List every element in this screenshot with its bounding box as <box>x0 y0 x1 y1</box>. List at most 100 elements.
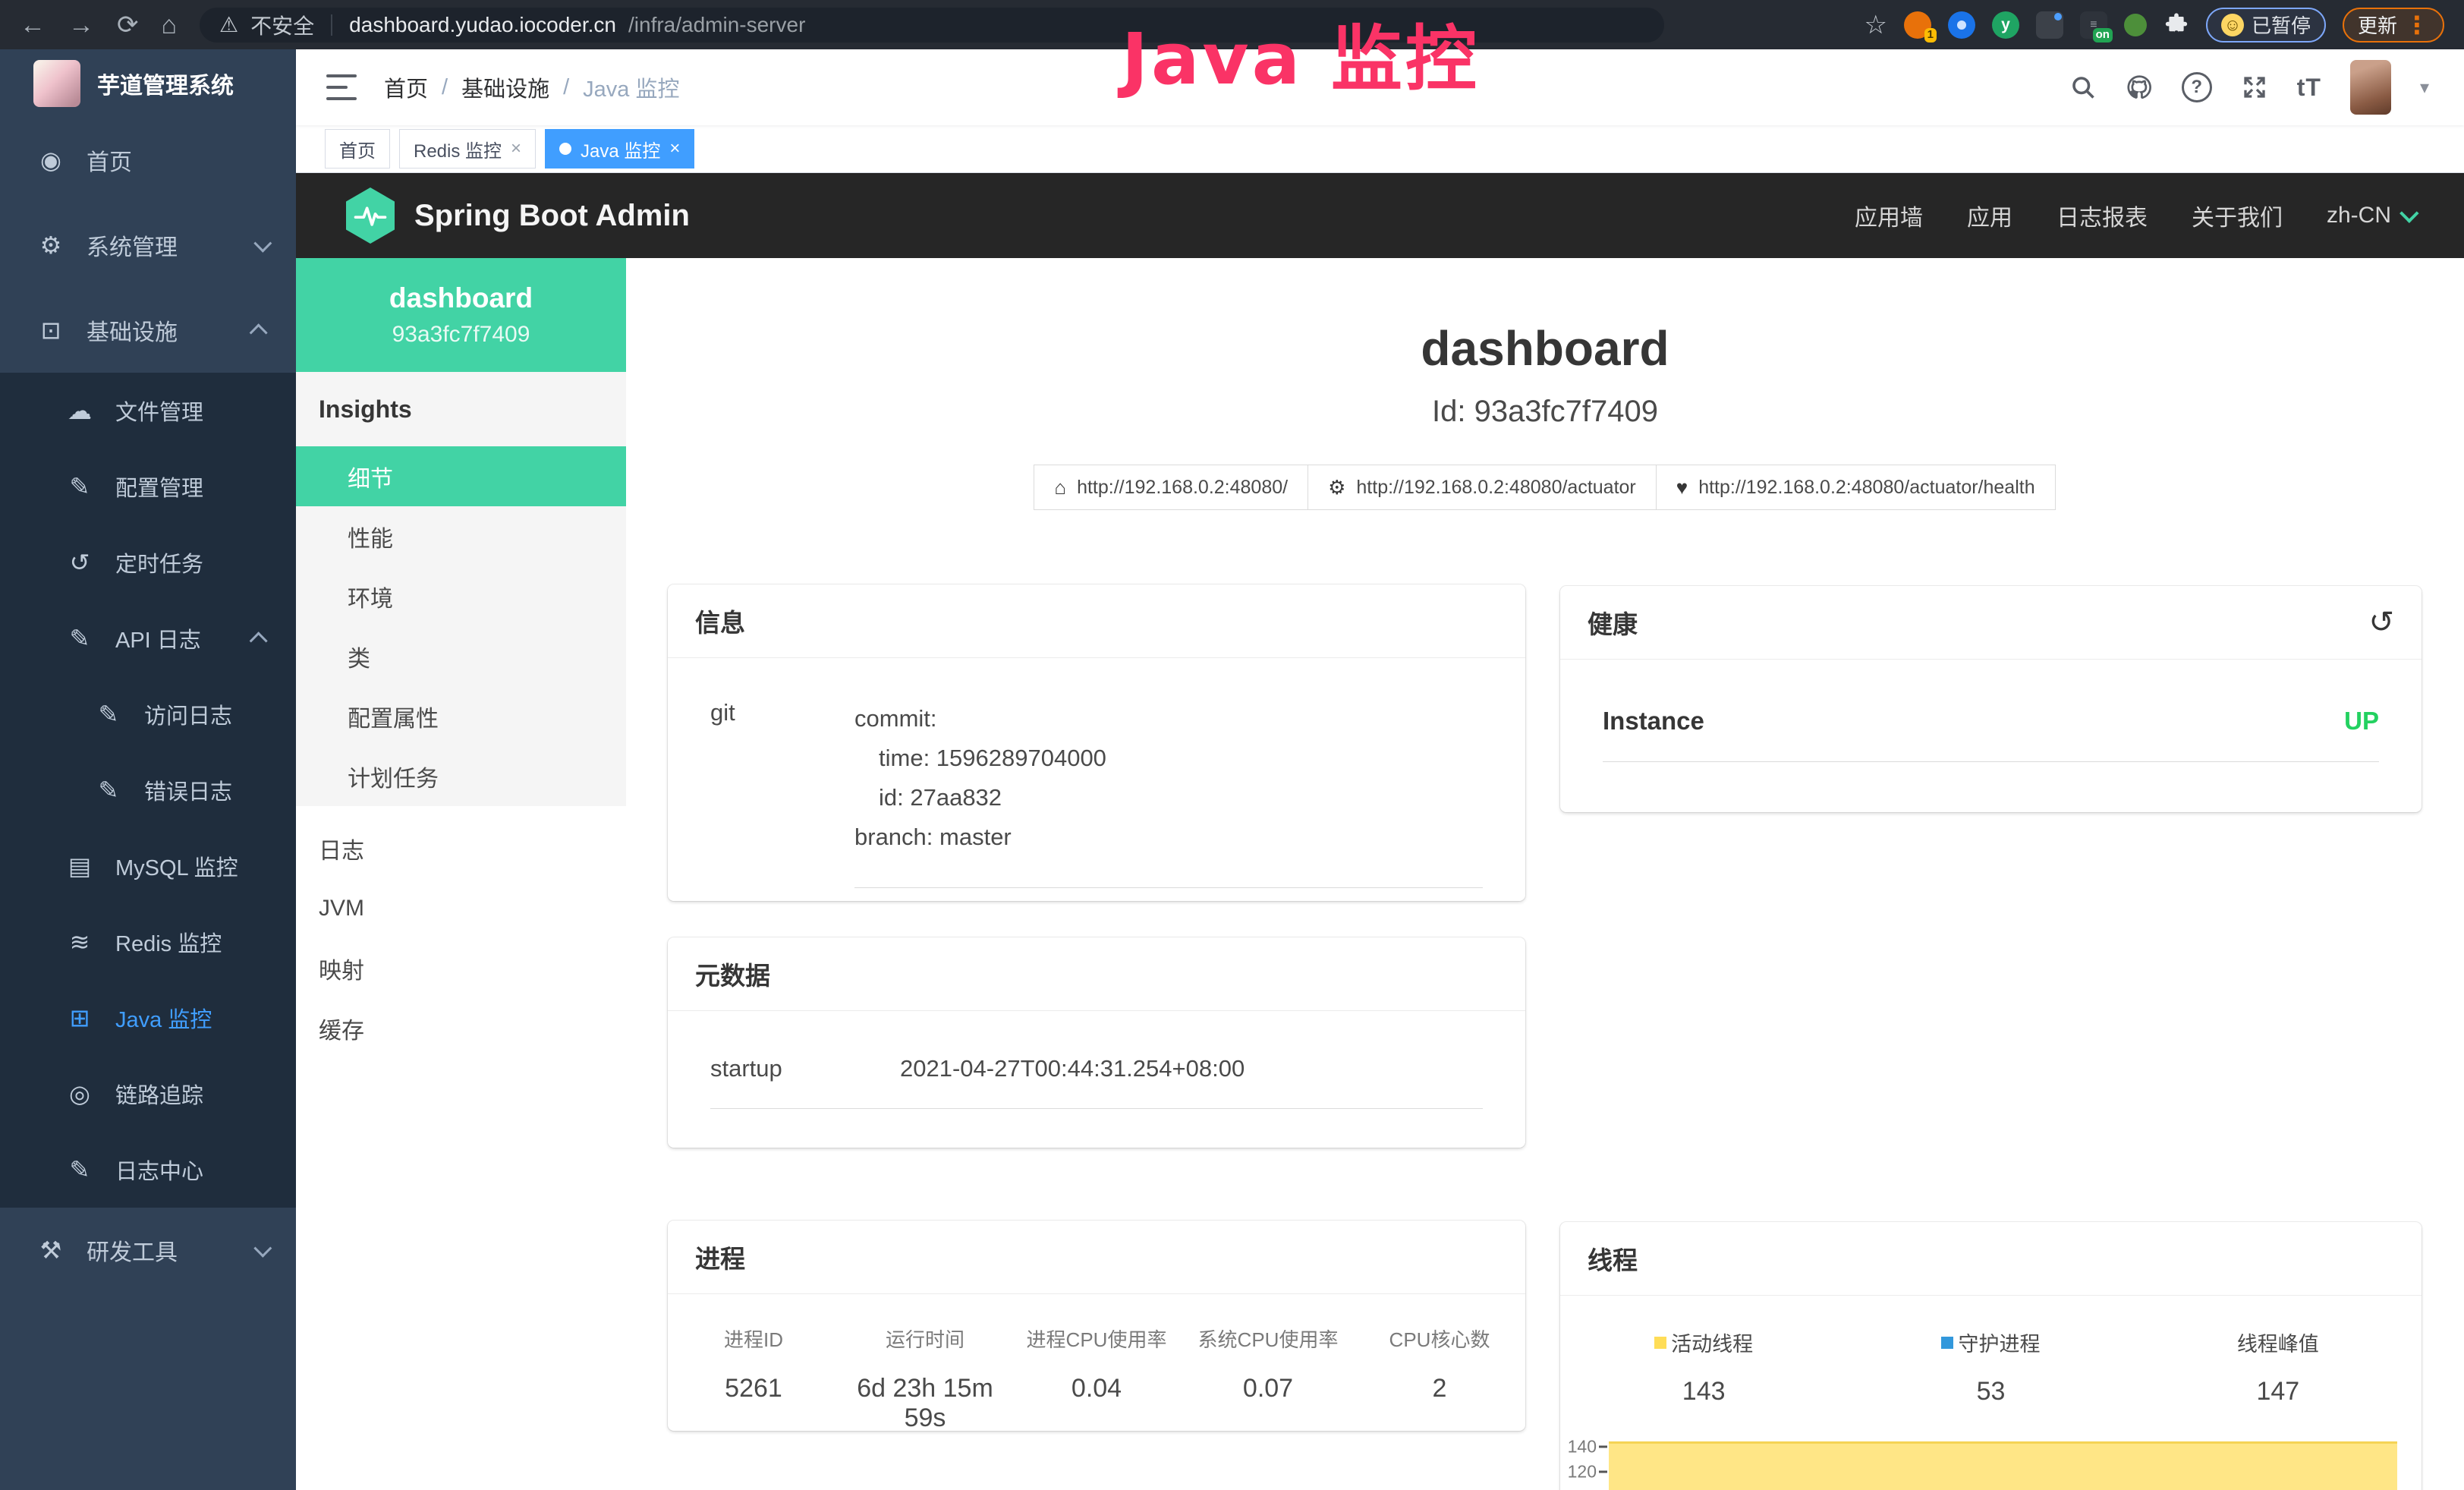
chevron-down-icon <box>2399 203 2418 222</box>
threads-card: 线程 活动线程 143 守护进程 53 <box>1560 1222 2422 1490</box>
sba-insights-group: Insights 细节 性能 环境 类 配置属性 计划任务 <box>296 372 626 806</box>
sba-nav-wallboard[interactable]: 应用墙 <box>1855 199 1923 232</box>
browser-home-icon[interactable]: ⌂ <box>162 12 178 38</box>
sidebar-item-mysql-monitor[interactable]: ▤ MySQL 监控 <box>0 828 296 904</box>
switch-extension-icon[interactable]: ≡on <box>2080 11 2107 39</box>
sba-item-details[interactable]: 细节 <box>296 446 626 506</box>
sidebar-item-tracing[interactable]: ◎ 链路追踪 <box>0 1056 296 1132</box>
process-table: 进程ID 运行时间 进程CPU使用率 系统CPU使用率 CPU核心数 5261 … <box>668 1325 1525 1433</box>
service-url-link[interactable]: ⌂ http://192.168.0.2:48080/ <box>1034 465 1308 510</box>
spring-boot-admin-logo-icon[interactable] <box>346 187 395 244</box>
sidebar-logo[interactable]: 芋道管理系统 <box>0 49 296 118</box>
update-chip[interactable]: 更新 ⋮ <box>2343 8 2444 43</box>
sidebar-item-redis-monitor[interactable]: ≋ Redis 监控 <box>0 904 296 980</box>
chevron-down-icon <box>253 234 272 252</box>
browser-forward-icon[interactable]: → <box>68 12 94 38</box>
sba-item-environment[interactable]: 环境 <box>296 566 626 626</box>
browser-back-icon[interactable]: ← <box>20 12 46 38</box>
extension-icon[interactable]: 1 <box>1904 11 1931 39</box>
sidebar-item-label: 文件管理 <box>115 395 203 427</box>
sba-nav-journal[interactable]: 日志报表 <box>2056 199 2148 232</box>
leaf-extension-icon[interactable] <box>2124 14 2147 36</box>
pin-extension-icon[interactable] <box>1948 11 1975 39</box>
tab-close-icon[interactable]: × <box>669 138 680 159</box>
sidebar-item-label: Redis 监控 <box>115 926 222 958</box>
sba-header: Spring Boot Admin 应用墙 应用 日志报表 关于我们 zh-CN <box>296 173 2464 258</box>
extension-badge: 1 <box>1924 28 1937 43</box>
instance-title-block: dashboard Id: 93a3fc7f7409 <box>626 322 2464 429</box>
github-icon[interactable] <box>2126 74 2153 101</box>
git-id-line: id: 27aa832 <box>854 778 1483 817</box>
paused-chip[interactable]: ☺ 已暂停 <box>2206 8 2326 43</box>
log-icon: ✎ <box>93 776 124 805</box>
sba-nav-applications[interactable]: 应用 <box>1967 199 2012 232</box>
sba-item-metrics[interactable]: 性能 <box>296 506 626 566</box>
breadcrumb-section[interactable]: 基础设施 <box>461 71 549 103</box>
sidebar-item-home[interactable]: ◉ 首页 <box>0 118 296 203</box>
sidebar-item-log-center[interactable]: ✎ 日志中心 <box>0 1132 296 1208</box>
browser-right-cluster: ☆ 1 y ≡on ☺ 已暂停 更新 ⋮ <box>1864 8 2444 43</box>
fullscreen-icon[interactable] <box>2241 74 2268 101</box>
sidebar-item-label: 基础设施 <box>87 313 178 347</box>
sidebar-item-java-monitor[interactable]: ⊞ Java 监控 <box>0 980 296 1056</box>
heartbeat-icon: ♥ <box>1676 476 1688 499</box>
y-extension-icon[interactable]: y <box>1992 11 2019 39</box>
link-url: http://192.168.0.2:48080/ <box>1077 477 1288 499</box>
active-tab-dot <box>559 143 571 155</box>
sba-item-caches[interactable]: 缓存 <box>296 998 626 1058</box>
avatar-caret-icon[interactable]: ▾ <box>2420 77 2429 99</box>
metadata-card: 元数据 startup 2021-04-27T00:44:31.254+08:0… <box>668 937 1525 1148</box>
sba-item-jvm[interactable]: JVM <box>296 878 626 938</box>
sidebar-item-infra[interactable]: ⊡ 基础设施 <box>0 288 296 373</box>
home-icon: ⌂ <box>1054 476 1066 499</box>
breadcrumb-home[interactable]: 首页 <box>384 71 428 103</box>
sba-nav-about[interactable]: 关于我们 <box>2192 199 2283 232</box>
tab-label: Java 监控 <box>581 136 660 162</box>
sidebar-item-error-log[interactable]: ✎ 错误日志 <box>0 752 296 828</box>
breadcrumb-separator: / <box>563 75 569 100</box>
logo-image <box>33 60 80 107</box>
dashboard-icon: ◉ <box>35 146 67 175</box>
grid-extension-icon[interactable] <box>2036 11 2063 39</box>
font-size-icon[interactable]: tT <box>2297 74 2321 102</box>
search-icon[interactable] <box>2069 74 2097 101</box>
sidebar-item-scheduled-jobs[interactable]: ↺ 定时任务 <box>0 524 296 600</box>
sba-item-config-props[interactable]: 配置属性 <box>296 686 626 746</box>
link-url: http://192.168.0.2:48080/actuator/health <box>1698 477 2034 499</box>
process-card: 进程 进程ID 运行时间 进程CPU使用率 系统CPU使用率 CPU核心数 <box>668 1221 1525 1431</box>
browser-reload-icon[interactable]: ⟳ <box>117 12 139 38</box>
process-table-values: 5261 6d 23h 15m 59s 0.04 0.07 2 <box>668 1374 1525 1433</box>
extensions-puzzle-icon[interactable] <box>2163 12 2189 38</box>
actuator-url-link[interactable]: ⚙ http://192.168.0.2:48080/actuator <box>1308 465 1657 510</box>
annotation-overlay-text: Java 监控 <box>1122 2 1480 105</box>
sidebar-item-config-manage[interactable]: ✎ 配置管理 <box>0 449 296 524</box>
live-threads-area <box>1609 1441 2397 1490</box>
tab-java-monitor[interactable]: Java 监控 × <box>545 129 694 169</box>
card-title: 进程 <box>668 1221 1525 1294</box>
user-avatar[interactable] <box>2350 60 2391 115</box>
tab-close-icon[interactable]: × <box>511 138 521 159</box>
cloud-upload-icon: ☁ <box>64 396 96 425</box>
tab-redis-monitor[interactable]: Redis 监控 × <box>399 129 536 169</box>
health-url-link[interactable]: ♥ http://192.168.0.2:48080/actuator/heal… <box>1656 465 2056 510</box>
sba-brand-title[interactable]: Spring Boot Admin <box>414 199 690 233</box>
health-history-icon[interactable]: ↺ <box>2368 607 2394 638</box>
sba-item-mappings[interactable]: 映射 <box>296 938 626 998</box>
sba-locale-select[interactable]: zh-CN <box>2327 203 2414 228</box>
sba-item-scheduled-tasks[interactable]: 计划任务 <box>296 746 626 806</box>
bookmark-star-icon[interactable]: ☆ <box>1864 10 1887 40</box>
browser-menu-kebab-icon[interactable]: ⋮ <box>2405 11 2429 39</box>
sba-item-logs[interactable]: 日志 <box>296 818 626 878</box>
y-tick-100: 100 <box>1568 1487 1597 1490</box>
sidebar-item-system[interactable]: ⚙ 系统管理 <box>0 203 296 288</box>
tab-home[interactable]: 首页 <box>325 129 390 169</box>
sidebar-item-file-manage[interactable]: ☁ 文件管理 <box>0 373 296 449</box>
sidebar-collapse-icon[interactable] <box>326 74 357 100</box>
paused-label: 已暂停 <box>2252 11 2311 39</box>
sidebar-item-label: 研发工具 <box>87 1233 178 1267</box>
help-icon[interactable]: ? <box>2182 72 2212 102</box>
sba-item-classes[interactable]: 类 <box>296 626 626 686</box>
sidebar-item-dev-tools[interactable]: ⚒ 研发工具 <box>0 1208 296 1293</box>
sidebar-item-access-log[interactable]: ✎ 访问日志 <box>0 676 296 752</box>
sidebar-item-api-log[interactable]: ✎ API 日志 <box>0 600 296 676</box>
